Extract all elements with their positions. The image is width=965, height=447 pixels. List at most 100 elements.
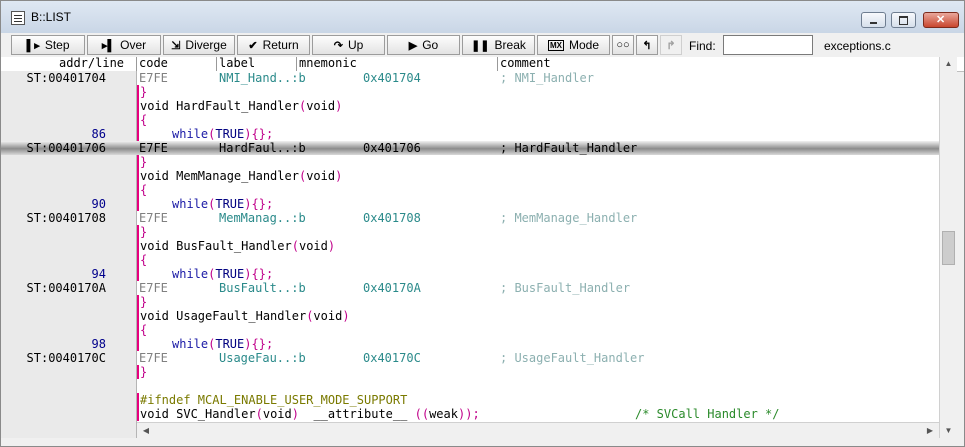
horizontal-scrollbar[interactable]: ◀ ▶ (137, 422, 939, 439)
source-comment: /* SVCall Handler */ (635, 407, 780, 421)
source-row[interactable]: #ifndef MCAL_ENABLE_USER_MODE_SUPPORT (1, 393, 939, 407)
maximize-button[interactable] (891, 12, 916, 28)
source-text: { (140, 183, 148, 197)
row-address: ST:00401708 (26, 211, 106, 225)
asm-row[interactable]: ST:0040170A E7FE BusFault..:b 0x40170A ; Bus… (1, 281, 939, 295)
source-row[interactable]: void MemManage_Handler(void) (1, 169, 939, 183)
source-row[interactable]: { (1, 323, 939, 337)
row-code: E7FE (139, 351, 168, 365)
find-label: Find: (689, 39, 716, 53)
row-code: E7FE (139, 211, 168, 225)
source-row[interactable]: void BusFault_Handler(void) (1, 239, 939, 253)
source-row[interactable]: { (1, 253, 939, 267)
source-row[interactable]: 98 while(TRUE){}; (1, 337, 939, 351)
column-divider[interactable] (497, 57, 498, 71)
list-icon[interactable] (11, 11, 25, 25)
source-row[interactable]: 90 while(TRUE){}; (1, 197, 939, 211)
return-button[interactable]: ✔ Return (237, 35, 310, 55)
column-addr[interactable]: addr/line (59, 57, 124, 71)
asm-row[interactable]: ST:00401706 E7FE HardFaul..:b 0x401706 ; Har… (1, 141, 939, 155)
line-number: 90 (91, 197, 106, 211)
up-label: Up (347, 38, 364, 52)
source-row[interactable] (1, 379, 939, 393)
source-marker (137, 127, 139, 141)
back-icon: ↰ (642, 39, 652, 52)
scroll-down-icon[interactable]: ▼ (940, 424, 957, 438)
column-divider[interactable] (296, 57, 297, 71)
source-row[interactable]: } (1, 85, 939, 99)
column-comment[interactable]: comment (500, 57, 551, 71)
column-mnemonic[interactable]: mnemonic (299, 57, 357, 71)
source-text: { (140, 253, 148, 267)
break-button[interactable]: ❚❚ Break (462, 35, 535, 55)
source-marker (137, 155, 139, 169)
source-text: while(TRUE){}; (172, 197, 274, 211)
list-window: B::LIST ▌▸ Step ▸▌ Over ⇲ Diverge ✔ Return ↷… (0, 0, 965, 447)
up-button[interactable]: ↷ Up (312, 35, 385, 55)
row-address: ST:0040170A (26, 281, 106, 295)
toolbar: ▌▸ Step ▸▌ Over ⇲ Diverge ✔ Return ↷ Up ▶ Go ❚… (1, 33, 964, 57)
source-row[interactable]: 94 while(TRUE){}; (1, 267, 939, 281)
vertical-scroll-thumb[interactable] (942, 231, 955, 265)
column-code[interactable]: code (139, 57, 168, 71)
up-icon: ↷ (333, 39, 343, 52)
vertical-scrollbar[interactable]: ▲ ▼ (939, 57, 957, 438)
scroll-right-icon[interactable]: ▶ (923, 423, 937, 439)
row-operand: 0x401708 (363, 211, 421, 225)
row-comment: ; BusFault_Handler (500, 281, 631, 295)
source-row[interactable]: } (1, 295, 939, 309)
return-label: Return (262, 38, 299, 52)
column-label[interactable]: label (219, 57, 255, 71)
source-marker (137, 337, 139, 351)
line-number: 86 (91, 127, 106, 141)
line-number: 98 (91, 337, 106, 351)
row-label: NMI_Hand..:b (219, 71, 306, 85)
go-icon: ▶ (408, 39, 418, 52)
row-comment: ; HardFault_Handler (500, 141, 638, 155)
column-header: addr/line code label mnemonic comment (1, 57, 964, 72)
row-operand: 0x40170C (363, 351, 421, 365)
over-button[interactable]: ▸▌ Over (87, 35, 161, 55)
source-row[interactable]: } (1, 155, 939, 169)
source-marker (137, 267, 139, 281)
column-divider[interactable] (136, 57, 137, 71)
scroll-left-icon[interactable]: ◀ (139, 423, 153, 439)
source-row[interactable]: { (1, 183, 939, 197)
forward-button[interactable]: ↱ (660, 35, 682, 55)
column-divider[interactable] (216, 57, 217, 71)
source-row[interactable]: } (1, 225, 939, 239)
source-text: { (140, 113, 148, 127)
minimize-button[interactable] (861, 12, 886, 28)
source-marker (137, 85, 139, 99)
source-row[interactable]: } (1, 365, 939, 379)
source-text: } (140, 295, 148, 309)
find-input[interactable] (723, 35, 813, 55)
source-marker (137, 365, 139, 379)
scroll-up-icon[interactable]: ▲ (940, 57, 957, 71)
go-button[interactable]: ▶ Go (387, 35, 460, 55)
source-row[interactable]: { (1, 113, 939, 127)
source-row[interactable]: void SVC_Handler(void) __attribute__ ((w… (1, 407, 939, 421)
source-text: void SVC_Handler(void) __attribute__ ((w… (140, 407, 480, 421)
asm-row[interactable]: ST:0040170C E7FE UsageFau..:b 0x40170C ; Usa… (1, 351, 939, 365)
row-address: ST:00401706 (26, 141, 106, 155)
break-icon: ❚❚ (471, 39, 490, 52)
step-button[interactable]: ▌▸ Step (11, 35, 85, 55)
source-marker (137, 197, 139, 211)
row-address: ST:00401704 (26, 71, 106, 85)
glasses-button[interactable]: ○○ (612, 35, 634, 55)
mode-button[interactable]: MX Mode (537, 35, 610, 55)
asm-row[interactable]: ST:00401704 E7FE NMI_Hand..:b 0x401704 ; NMI… (1, 71, 939, 85)
back-button[interactable]: ↰ (636, 35, 658, 55)
row-address: ST:0040170C (26, 351, 106, 365)
source-row[interactable]: 86 while(TRUE){}; (1, 127, 939, 141)
source-marker (137, 407, 139, 421)
diverge-icon: ⇲ (171, 39, 181, 52)
asm-row[interactable]: ST:00401708 E7FE MemManag..:b 0x401708 ; Mem… (1, 211, 939, 225)
source-row[interactable]: void HardFault_Handler(void) (1, 99, 939, 113)
source-row[interactable]: void UsageFault_Handler(void) (1, 309, 939, 323)
close-button[interactable] (923, 12, 959, 28)
mode-label: Mode (568, 38, 600, 52)
diverge-button[interactable]: ⇲ Diverge (163, 35, 235, 55)
source-text: void BusFault_Handler(void) (140, 239, 336, 253)
